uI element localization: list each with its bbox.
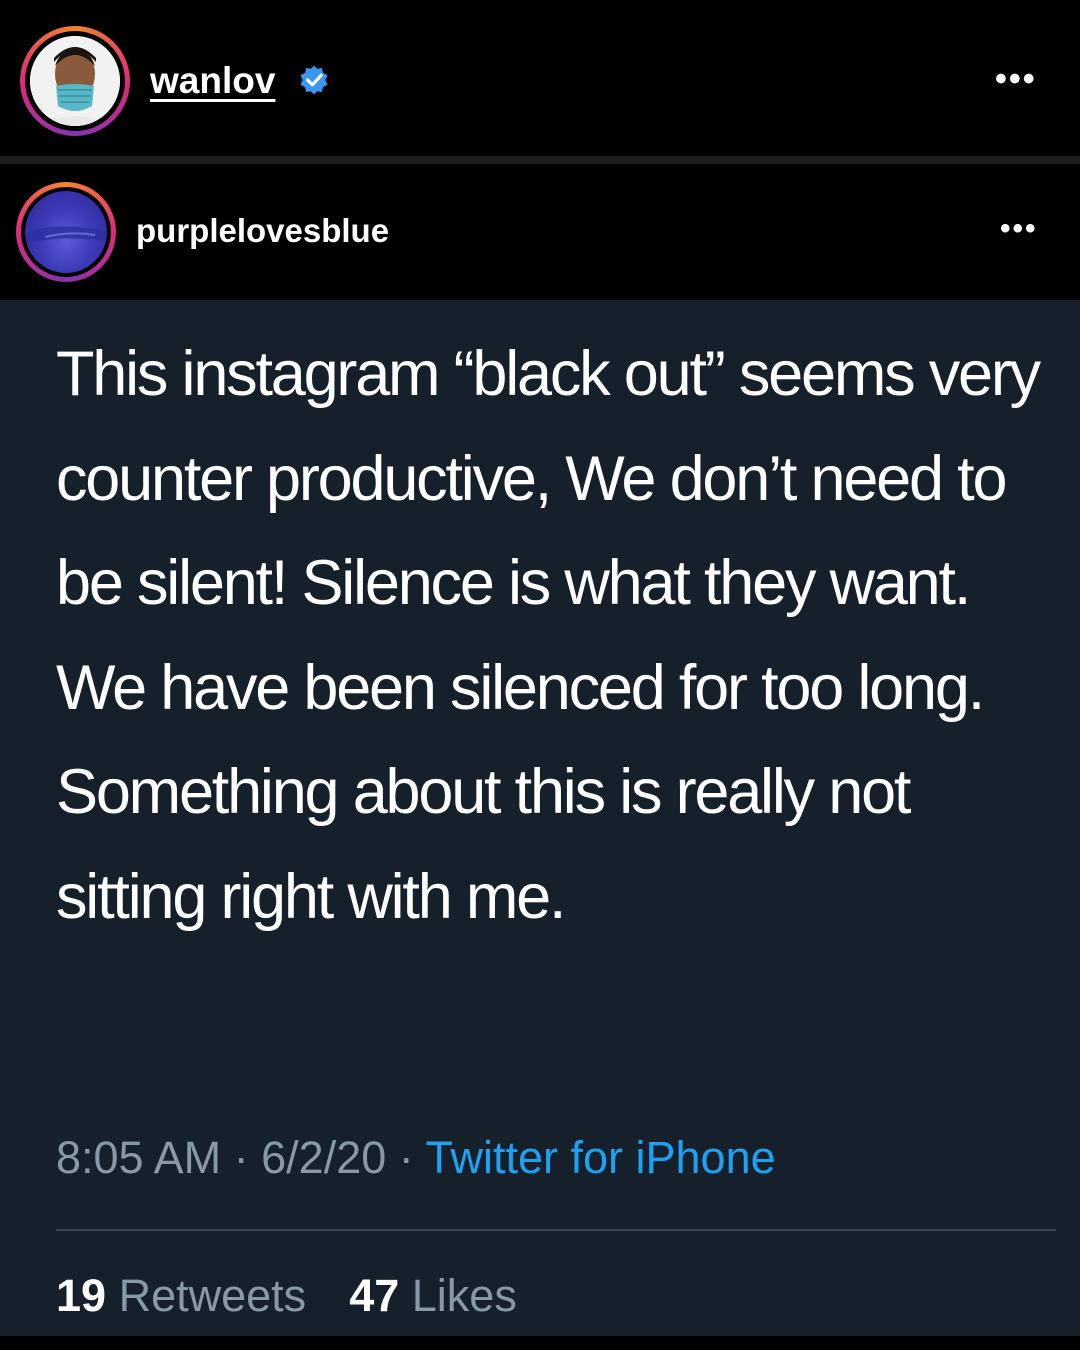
post-header: wanlov ••• bbox=[0, 0, 1080, 158]
tweet-time: 8:05 AM bbox=[56, 1132, 222, 1183]
tweet-meta: 8:05 AM · 6/2/20 · Twitter for iPhone bbox=[56, 1132, 776, 1184]
likes-count[interactable]: 47 bbox=[349, 1270, 399, 1321]
avatar-image bbox=[30, 36, 120, 126]
avatar[interactable] bbox=[30, 36, 120, 126]
verified-badge-icon bbox=[300, 65, 328, 95]
meta-separator: · bbox=[233, 1132, 249, 1183]
post-username[interactable]: wanlov bbox=[150, 60, 275, 102]
repost-avatar-image bbox=[25, 226, 107, 243]
post-more-options-icon[interactable]: ••• bbox=[995, 60, 1037, 99]
tweet-text: This instagram “black out” seems very co… bbox=[56, 339, 1041, 932]
retweets-count[interactable]: 19 bbox=[56, 1270, 106, 1321]
likes-label[interactable]: Likes bbox=[412, 1270, 517, 1321]
divider bbox=[0, 156, 1080, 164]
bottom-edge bbox=[0, 1336, 1080, 1350]
tweet-stats: 19 Retweets 47 Likes bbox=[56, 1270, 517, 1322]
tweet-source-link[interactable]: Twitter for iPhone bbox=[425, 1132, 775, 1183]
tweet-date: 6/2/20 bbox=[261, 1132, 387, 1183]
repost-avatar[interactable] bbox=[25, 191, 107, 273]
retweets-label[interactable]: Retweets bbox=[119, 1270, 307, 1321]
repost-more-options-icon[interactable]: ••• bbox=[1000, 212, 1038, 246]
meta-separator: · bbox=[398, 1132, 414, 1183]
tweet-divider bbox=[56, 1229, 1056, 1231]
repost-username[interactable]: purplelovesblue bbox=[136, 212, 389, 250]
